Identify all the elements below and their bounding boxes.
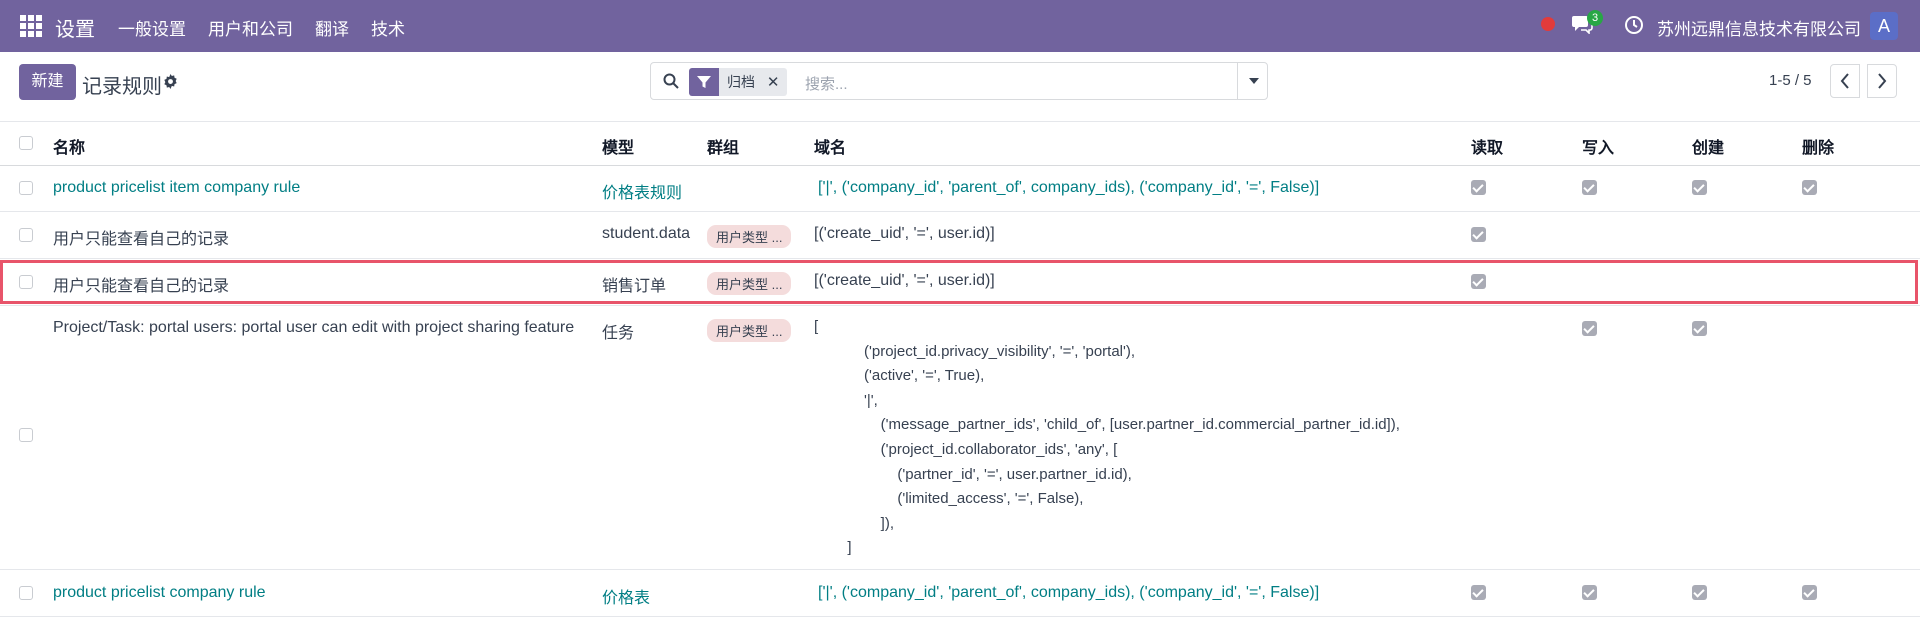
row-checkbox[interactable] xyxy=(19,428,33,442)
chevron-right-icon xyxy=(1878,73,1887,89)
group-tag: 用户类型 ... xyxy=(707,319,792,342)
column-header-write[interactable]: 写入 xyxy=(1582,134,1614,158)
write-permission-check-icon xyxy=(1582,180,1597,195)
search-bar: 归档 ✕ 搜索... xyxy=(650,62,1268,100)
column-header-groups[interactable]: 群组 xyxy=(707,134,739,158)
delete-permission-check-icon xyxy=(1802,180,1817,195)
row-checkbox[interactable] xyxy=(19,275,33,289)
create-permission-check-icon xyxy=(1692,180,1707,195)
table-row[interactable]: Project/Task: portal users: portal user … xyxy=(0,306,1920,570)
new-button[interactable]: 新建 xyxy=(19,64,76,100)
search-options-toggle-caret-icon[interactable] xyxy=(1249,78,1259,84)
menu-item-users-companies[interactable]: 用户和公司 xyxy=(208,15,293,40)
pager-next-button[interactable] xyxy=(1867,64,1897,98)
table-row[interactable]: product pricelist item company rule 价格表规… xyxy=(0,165,1920,212)
pager-previous-button[interactable] xyxy=(1830,64,1860,98)
rule-name[interactable]: Project/Task: portal users: portal user … xyxy=(53,319,574,337)
search-facet-archived: 归档 ✕ xyxy=(689,68,788,96)
group-tag: 用户类型 ... xyxy=(707,272,792,295)
write-permission-check-icon xyxy=(1582,585,1597,600)
rule-name[interactable]: product pricelist company rule xyxy=(53,584,266,602)
create-permission-check-icon xyxy=(1692,585,1707,600)
rule-name[interactable]: product pricelist item company rule xyxy=(53,179,300,197)
row-checkbox[interactable] xyxy=(19,586,33,600)
rule-model[interactable]: student.data xyxy=(602,225,690,243)
menu-item-general-settings[interactable]: 一般设置 xyxy=(118,15,186,40)
rule-domain: [ ('project_id.privacy_visibility', '=',… xyxy=(814,318,1400,557)
search-input[interactable]: 搜索... xyxy=(805,73,848,94)
read-permission-check-icon xyxy=(1471,227,1486,242)
rule-name[interactable]: 用户只能查看自己的记录 xyxy=(53,225,229,249)
select-all-checkbox[interactable] xyxy=(19,136,33,150)
table-row[interactable]: product pricelist company rule 价格表 ['|',… xyxy=(0,570,1920,617)
chat-count-badge: 3 xyxy=(1587,10,1603,26)
group-tag: 用户类型 ... xyxy=(707,225,792,248)
rule-model[interactable]: 任务 xyxy=(602,319,634,343)
column-header-read[interactable]: 读取 xyxy=(1471,134,1503,158)
remove-facet-close-icon[interactable]: ✕ xyxy=(767,74,780,91)
column-header-name[interactable]: 名称 xyxy=(53,134,85,158)
read-permission-check-icon xyxy=(1471,180,1486,195)
rule-domain: [('create_uid', '=', user.id)] xyxy=(814,272,995,289)
filter-icon xyxy=(689,68,719,96)
read-permission-check-icon xyxy=(1471,274,1486,289)
write-permission-check-icon xyxy=(1582,321,1597,336)
table-row[interactable]: 用户只能查看自己的记录 student.data 用户类型 ... [('cre… xyxy=(0,212,1920,259)
row-checkbox[interactable] xyxy=(19,181,33,195)
row-checkbox[interactable] xyxy=(19,228,33,242)
company-switcher[interactable]: 苏州远鼎信息技术有限公司 xyxy=(1657,15,1861,40)
control-panel: 新建 记录规则 归档 ✕ 搜索... 1-5 / 5 xyxy=(0,52,1920,122)
read-permission-check-icon xyxy=(1471,585,1486,600)
column-header-delete[interactable]: 删除 xyxy=(1802,134,1834,158)
rule-domain: [('create_uid', '=', user.id)] xyxy=(814,225,995,242)
recording-indicator-icon[interactable] xyxy=(1541,17,1555,31)
top-navbar: 设置 一般设置 用户和公司 翻译 技术 3 苏州远鼎信息技术有限公司 A xyxy=(0,0,1920,52)
table-header: 名称 模型 群组 域名 读取 写入 创建 删除 xyxy=(0,121,1920,166)
rule-name[interactable]: 用户只能查看自己的记录 xyxy=(53,272,229,296)
column-header-model[interactable]: 模型 xyxy=(602,134,634,158)
column-header-create[interactable]: 创建 xyxy=(1692,134,1724,158)
column-header-domain[interactable]: 域名 xyxy=(814,134,846,158)
rule-model[interactable]: 销售订单 xyxy=(602,272,666,296)
facet-label: 归档 xyxy=(727,74,755,90)
menu-item-technical[interactable]: 技术 xyxy=(371,15,405,40)
app-brand[interactable]: 设置 xyxy=(55,13,95,42)
main-menu: 一般设置 用户和公司 翻译 技术 xyxy=(118,15,427,40)
delete-permission-check-icon xyxy=(1802,585,1817,600)
activity-clock-icon[interactable] xyxy=(1624,15,1644,40)
user-avatar[interactable]: A xyxy=(1870,12,1898,40)
chevron-left-icon xyxy=(1840,73,1849,89)
pager-value[interactable]: 1-5 / 5 xyxy=(1769,72,1812,89)
gear-icon[interactable] xyxy=(163,74,178,94)
rule-domain: ['|', ('company_id', 'parent_of', compan… xyxy=(818,179,1320,196)
rule-domain: ['|', ('company_id', 'parent_of', compan… xyxy=(818,584,1320,601)
search-icon[interactable] xyxy=(663,73,679,94)
create-permission-check-icon xyxy=(1692,321,1707,336)
rule-model[interactable]: 价格表 xyxy=(602,584,650,608)
apps-grid-icon[interactable] xyxy=(20,15,42,37)
page-title[interactable]: 记录规则 xyxy=(82,70,162,99)
menu-item-translations[interactable]: 翻译 xyxy=(315,15,349,40)
rule-model[interactable]: 价格表规则 xyxy=(602,179,682,203)
table-row[interactable]: 用户只能查看自己的记录 销售订单 用户类型 ... [('create_uid'… xyxy=(0,259,1920,306)
